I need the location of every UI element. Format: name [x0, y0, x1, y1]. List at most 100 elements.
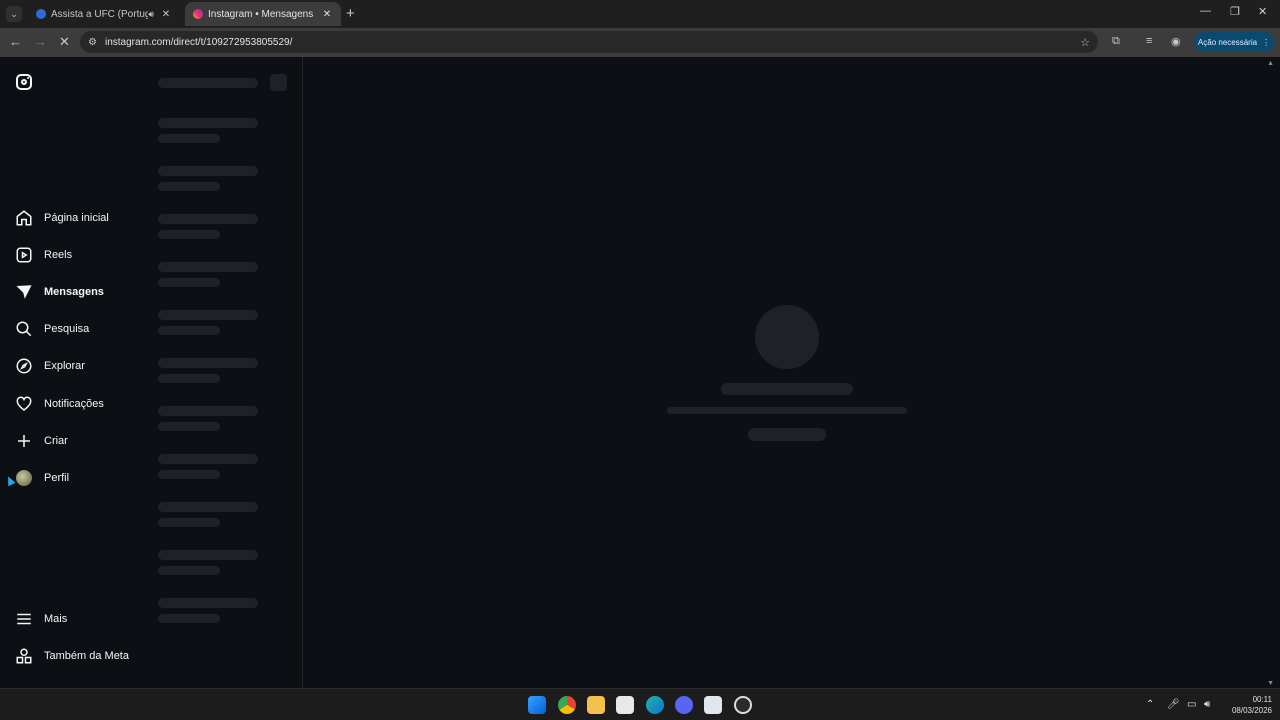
skeleton-line — [158, 454, 258, 464]
explore-icon — [14, 356, 34, 376]
nav-label: Página inicial — [44, 212, 109, 224]
close-window-icon[interactable]: ✕ — [1258, 5, 1267, 18]
nav-item-search[interactable]: Pesquisa — [14, 316, 89, 342]
skeleton-line — [158, 118, 258, 128]
file-explorer-icon[interactable] — [587, 696, 605, 714]
sidebar-divider — [302, 57, 303, 688]
store-icon[interactable] — [616, 696, 634, 714]
nav-label: Notificações — [44, 398, 104, 410]
skeleton-compose — [270, 74, 287, 91]
action-required-label: Ação necessária — [1197, 37, 1258, 47]
nav-item-create[interactable]: Criar — [14, 428, 68, 454]
clock-time: 00:11 — [1252, 695, 1272, 704]
minimize-icon[interactable]: — — [1200, 5, 1211, 17]
nav-label: Pesquisa — [44, 323, 90, 335]
skeleton-line — [158, 214, 258, 224]
nav-item-reels[interactable]: Reels — [14, 242, 72, 268]
home-icon — [14, 208, 34, 228]
network-icon[interactable]: ▭ — [1187, 699, 1196, 710]
skeleton-line — [158, 566, 220, 575]
extensions-icon[interactable]: ⧉ — [1112, 35, 1120, 48]
speaker-icon[interactable]: 🔊︎ — [148, 9, 154, 20]
skeleton-line — [158, 134, 220, 143]
scroll-down-icon[interactable]: ▼ — [1267, 680, 1274, 687]
close-tab-icon[interactable]: ✕ — [160, 9, 172, 20]
address-bar[interactable]: ⚙ instagram.com/direct/t/109272953805529… — [80, 31, 1098, 53]
nav-item-also-from-meta[interactable]: Também da Meta — [14, 643, 129, 669]
skeleton-line — [158, 406, 258, 416]
nav-item-messages[interactable]: Mensagens — [14, 279, 104, 305]
tab-title: Assista a UFC (Português) L — [51, 8, 149, 20]
discord-icon[interactable] — [675, 696, 693, 714]
skeleton-line — [158, 550, 258, 560]
skeleton-line — [158, 358, 258, 368]
reading-list-icon[interactable]: ≡ — [1146, 35, 1152, 47]
nav-item-explore[interactable]: Explorar — [14, 353, 85, 379]
plus-icon — [14, 431, 34, 451]
skeleton-line — [158, 502, 258, 512]
nav-item-profile[interactable]: Perfil — [14, 465, 69, 491]
nav-label: Reels — [44, 249, 73, 261]
skeleton-line — [158, 422, 220, 431]
skeleton-line — [158, 166, 258, 176]
skeleton-line — [158, 230, 220, 239]
new-tab-button[interactable]: + — [346, 5, 355, 22]
skeleton-line — [158, 598, 258, 608]
ufc-favicon-icon — [36, 9, 46, 19]
steam-icon[interactable] — [734, 696, 752, 714]
skeleton-line — [667, 407, 907, 414]
tab-instagram[interactable]: Instagram • Mensagens ✕ — [185, 2, 341, 26]
tab-search-button[interactable]: ⌄ — [6, 6, 22, 22]
tray-chevron-icon[interactable]: ⌃ — [1146, 699, 1154, 710]
microphone-icon[interactable]: 🎤︎ — [1167, 699, 1180, 710]
edge-icon[interactable] — [646, 696, 664, 714]
forward-icon[interactable]: → — [34, 34, 47, 49]
tab-ufc[interactable]: Assista a UFC (Português) L 🔊︎ ✕ — [28, 2, 180, 26]
nav-label: Criar — [44, 435, 68, 447]
nav-item-home[interactable]: Página inicial — [14, 205, 109, 231]
action-required-button[interactable]: Ação necessária ⋮ — [1194, 32, 1274, 52]
skeleton-line — [158, 374, 220, 383]
tab-title: Instagram • Mensagens — [208, 8, 314, 20]
profile-icon[interactable]: ◉ — [1171, 35, 1181, 48]
clock-date: 08/03/2026 — [1231, 706, 1272, 715]
menu-dots-icon[interactable]: ⋮ — [1262, 38, 1270, 47]
skeleton-avatar — [755, 305, 819, 369]
skeleton-line — [158, 310, 258, 320]
stop-loading-icon[interactable]: ✕ — [59, 34, 70, 50]
nav-label: Explorar — [44, 360, 85, 372]
skeleton-line — [158, 326, 220, 335]
skeleton-line — [158, 182, 220, 191]
taskbar: ⌃ 🎤︎ ▭ 🔊︎ 00:11 08/03/2026 — [0, 688, 1280, 720]
url-text[interactable]: instagram.com/direct/t/109272953805529/ — [105, 37, 292, 48]
nav-label: Mensagens — [44, 286, 104, 298]
site-info-icon[interactable]: ⚙ — [88, 37, 100, 48]
heart-icon — [14, 394, 34, 414]
nav-label: Também da Meta — [44, 650, 129, 662]
skeleton-line — [158, 262, 258, 272]
chrome-icon[interactable] — [558, 696, 576, 714]
tab-strip: ⌄ Assista a UFC (Português) L 🔊︎ ✕ Insta… — [0, 0, 1280, 28]
back-icon[interactable]: ← — [9, 34, 22, 49]
skeleton-header — [158, 78, 258, 88]
messages-icon — [14, 282, 34, 302]
bookmark-star-icon[interactable]: ☆ — [1080, 36, 1090, 49]
menu-icon — [14, 609, 34, 629]
clock[interactable]: 00:11 08/03/2026 — [1222, 694, 1272, 716]
skeleton-button — [748, 428, 826, 441]
meta-apps-icon — [14, 646, 34, 666]
close-tab-icon[interactable]: ✕ — [321, 9, 333, 20]
instagram-logo-icon[interactable] — [16, 74, 32, 90]
nav-item-notifications[interactable]: Notificações — [14, 391, 104, 417]
restore-icon[interactable]: ❐ — [1230, 5, 1240, 18]
volume-icon[interactable]: 🔊︎ — [1204, 699, 1210, 710]
nav-label: Mais — [44, 613, 68, 625]
scroll-up-icon[interactable]: ▲ — [1267, 60, 1274, 67]
start-icon[interactable] — [528, 696, 546, 714]
notes-icon[interactable] — [704, 696, 722, 714]
skeleton-line — [158, 278, 220, 287]
instagram-favicon-icon — [193, 9, 203, 19]
nav-item-more[interactable]: Mais — [14, 606, 67, 632]
skeleton-line — [721, 383, 853, 395]
skeleton-line — [158, 518, 220, 527]
